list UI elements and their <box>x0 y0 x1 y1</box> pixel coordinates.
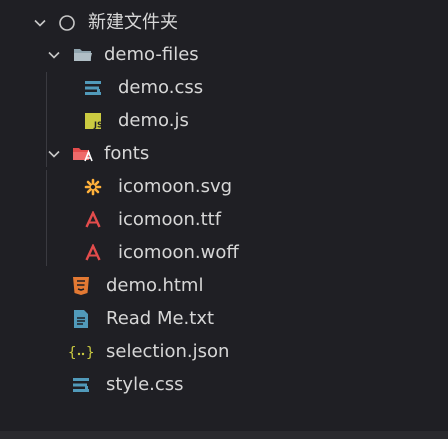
file-row-icomoon-woff[interactable]: icomoon.woff <box>0 236 448 269</box>
file-row-icomoon-svg[interactable]: icomoon.svg <box>0 170 448 203</box>
file-row-demo-html[interactable]: demo.html <box>0 269 448 302</box>
file-label: icomoon.svg <box>118 176 233 197</box>
chevron-down-icon[interactable] <box>30 13 50 33</box>
css-file-icon <box>70 374 92 396</box>
file-label: icomoon.ttf <box>118 209 222 230</box>
text-file-icon <box>70 308 92 330</box>
svg-file-icon <box>82 176 104 198</box>
file-label: selection.json <box>106 341 230 362</box>
folder-label: fonts <box>104 143 150 164</box>
file-row-style-css[interactable]: style.css <box>0 368 448 401</box>
svg-text:}: } <box>86 345 94 361</box>
root-folder-label: 新建文件夹 <box>88 12 178 33</box>
file-explorer-tree: 新建文件夹 demo-files demo.css JS demo.js fon… <box>0 0 448 439</box>
file-label: style.css <box>106 374 184 395</box>
file-label: Read Me.txt <box>106 308 215 329</box>
panel-bottom-edge <box>0 431 448 439</box>
file-row-demo-css[interactable]: demo.css <box>0 71 448 104</box>
js-file-icon: JS <box>82 110 104 132</box>
chevron-down-icon[interactable] <box>44 45 64 65</box>
folder-open-icon <box>72 44 94 66</box>
json-file-icon: { } <box>66 341 96 363</box>
css-file-icon <box>82 77 104 99</box>
file-row-demo-js[interactable]: JS demo.js <box>0 104 448 137</box>
folder-row-fonts[interactable]: fonts <box>0 137 448 170</box>
file-label: demo.css <box>118 77 204 98</box>
svg-text:{: { <box>68 345 76 361</box>
file-label: demo.html <box>106 275 204 296</box>
file-label: icomoon.woff <box>118 242 239 263</box>
root-folder-row[interactable]: 新建文件夹 <box>0 6 448 39</box>
font-file-icon <box>82 209 104 231</box>
circle-outline-icon <box>56 12 78 34</box>
folder-label: demo-files <box>104 44 199 65</box>
chevron-down-icon[interactable] <box>44 144 64 164</box>
svg-text:JS: JS <box>93 120 102 129</box>
folder-row-demo-files[interactable]: demo-files <box>0 38 448 71</box>
file-row-readme-txt[interactable]: Read Me.txt <box>0 302 448 335</box>
html-file-icon <box>70 275 92 297</box>
file-label: demo.js <box>118 110 189 131</box>
fonts-folder-icon <box>72 143 94 165</box>
file-row-selection-json[interactable]: { } selection.json <box>0 335 448 368</box>
file-row-icomoon-ttf[interactable]: icomoon.ttf <box>0 203 448 236</box>
font-file-icon <box>82 242 104 264</box>
